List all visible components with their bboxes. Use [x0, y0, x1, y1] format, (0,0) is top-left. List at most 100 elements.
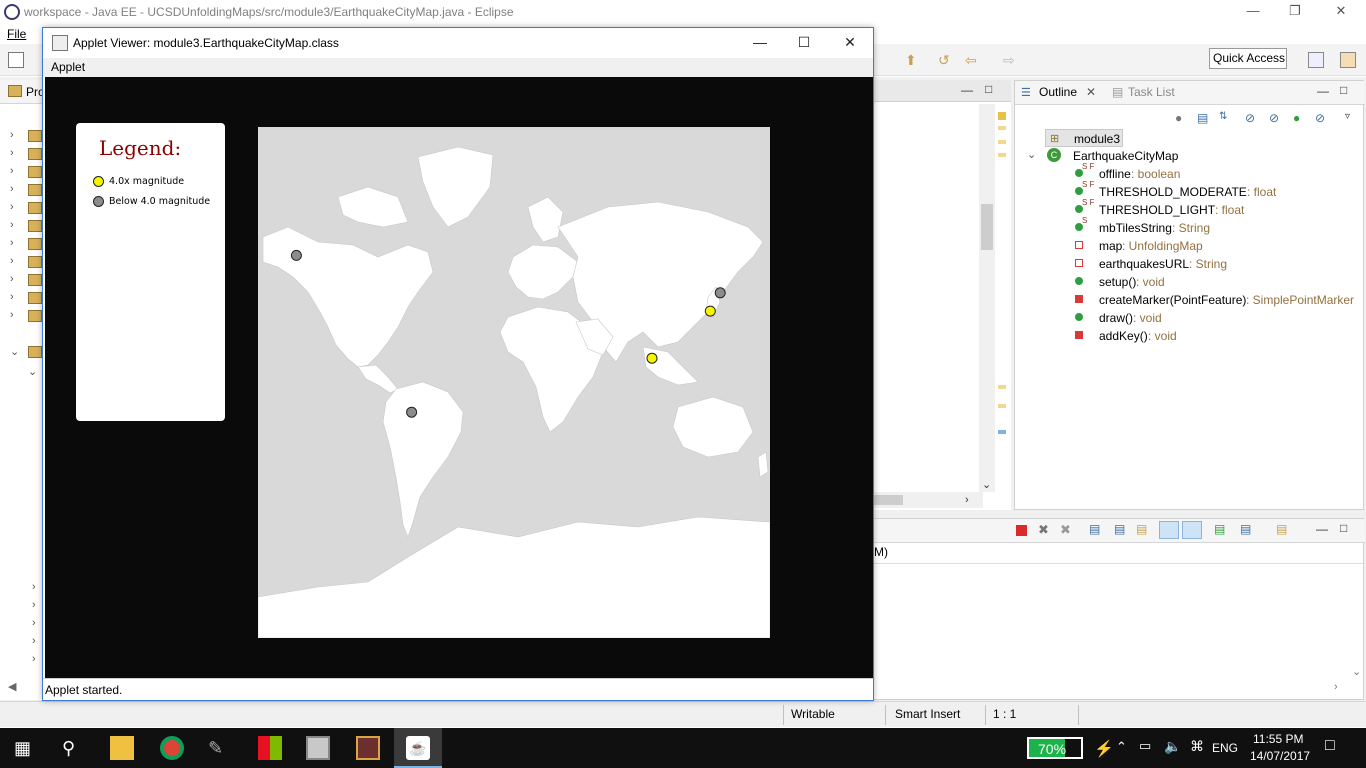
- view-minimize-icon[interactable]: —: [1317, 84, 1329, 98]
- outline-class[interactable]: ⌄ C EarthquakeCityMap: [1027, 147, 1357, 165]
- tab-outline[interactable]: Outline: [1039, 85, 1077, 99]
- remove-all-icon[interactable]: ✖: [1060, 522, 1071, 538]
- overview-marker[interactable]: [998, 385, 1006, 389]
- collapse-all-icon[interactable]: ▤: [1197, 111, 1208, 125]
- file-explorer-icon[interactable]: [110, 736, 134, 760]
- hide-local-icon[interactable]: ⊘: [1315, 111, 1325, 125]
- scroll-thumb[interactable]: [981, 204, 993, 250]
- applet-minimize-button[interactable]: —: [737, 28, 783, 58]
- tree-item[interactable]: ›: [8, 164, 44, 182]
- tree-item[interactable]: ›: [8, 254, 44, 272]
- tree-item[interactable]: ›: [8, 616, 44, 634]
- console-maximize-icon[interactable]: □: [1340, 521, 1347, 535]
- focus-icon[interactable]: ●: [1175, 111, 1182, 125]
- language-indicator[interactable]: ENG: [1212, 741, 1238, 755]
- battery-tray-icon[interactable]: ▭: [1139, 738, 1151, 754]
- tree-item[interactable]: ›: [8, 634, 44, 652]
- tree-item[interactable]: ›: [8, 236, 44, 254]
- marker-chile[interactable]: [406, 406, 418, 418]
- tree-item[interactable]: ›: [8, 128, 44, 146]
- quick-access-field[interactable]: Quick Access: [1209, 48, 1287, 69]
- applet-canvas[interactable]: Legend: 4.0x magnitude Below 4.0 magnitu…: [45, 77, 873, 678]
- menu-file[interactable]: File: [7, 27, 26, 41]
- console-scroll-right-icon[interactable]: ›: [1334, 681, 1338, 693]
- scroll-lock-icon[interactable]: ▤: [1114, 522, 1125, 536]
- marker-japan[interactable]: [704, 305, 716, 317]
- expand-icon[interactable]: ⌄: [1027, 148, 1036, 161]
- overview-marker[interactable]: [998, 112, 1006, 120]
- outline-member[interactable]: S F THRESHOLD_MODERATE : float: [1073, 180, 1363, 201]
- clock-time[interactable]: 11:55 PM: [1253, 732, 1303, 746]
- sort-icon[interactable]: ⇅: [1219, 111, 1227, 122]
- chrome-icon[interactable]: [160, 736, 184, 760]
- outline-member[interactable]: setup() : void: [1073, 273, 1363, 291]
- clock-date[interactable]: 14/07/2017: [1250, 749, 1310, 763]
- tree-item-expanded[interactable]: ⌄: [8, 364, 44, 382]
- marker-alaska[interactable]: [290, 249, 302, 261]
- pin-console-icon[interactable]: ▤: [1214, 522, 1225, 536]
- app-icon[interactable]: ✎: [208, 736, 232, 760]
- tree-item[interactable]: ›: [8, 652, 44, 670]
- last-edit-icon[interactable]: ↺: [938, 52, 954, 68]
- overview-marker[interactable]: [998, 430, 1006, 434]
- javaee-perspective-icon[interactable]: [1340, 52, 1356, 68]
- tree-item[interactable]: ›: [8, 200, 44, 218]
- outline-member[interactable]: map : UnfoldingMap: [1073, 237, 1363, 255]
- tree-item[interactable]: ›: [8, 308, 44, 326]
- console-minimize-icon[interactable]: —: [1316, 522, 1328, 536]
- outline-member[interactable]: S F offline : boolean: [1073, 162, 1363, 183]
- plug-icon[interactable]: ⚡: [1094, 739, 1114, 759]
- scroll-thumb[interactable]: [873, 495, 903, 505]
- tree-item[interactable]: ›: [8, 146, 44, 164]
- outline-member[interactable]: SmbTilesString : String: [1073, 216, 1363, 237]
- back-icon[interactable]: ⇦: [965, 52, 981, 68]
- view-maximize-icon[interactable]: □: [1340, 83, 1347, 97]
- hide-static-icon[interactable]: ⊘: [1269, 111, 1279, 125]
- clear-console-icon[interactable]: ▤: [1089, 522, 1100, 536]
- remove-launch-icon[interactable]: ✖: [1038, 522, 1049, 538]
- editor-vertical-scrollbar[interactable]: [979, 104, 995, 492]
- outline-member[interactable]: earthquakesURL : String: [1073, 255, 1363, 273]
- tree-item[interactable]: ›: [8, 580, 44, 598]
- restore-icon[interactable]: ❐: [1272, 0, 1318, 24]
- volume-icon[interactable]: 🔈: [1164, 738, 1181, 755]
- new-icon[interactable]: [8, 52, 24, 68]
- view-menu-icon[interactable]: ▿: [1345, 111, 1350, 122]
- close-tab-icon[interactable]: ✕: [1086, 85, 1096, 99]
- minimize-icon[interactable]: —: [1230, 0, 1276, 24]
- battery-indicator[interactable]: 70%: [1027, 737, 1083, 759]
- applet-close-button[interactable]: ✕: [827, 28, 873, 58]
- editor-minimize-icon[interactable]: —: [961, 83, 973, 97]
- windows-start-icon[interactable]: ▦: [14, 736, 38, 760]
- overview-marker[interactable]: [998, 404, 1006, 408]
- overview-marker[interactable]: [998, 140, 1006, 144]
- notifications-icon[interactable]: □: [1325, 737, 1335, 755]
- menu-applet[interactable]: Applet: [51, 60, 85, 74]
- hide-nonpublic-icon[interactable]: ●: [1293, 111, 1300, 125]
- open-perspective-icon[interactable]: [1308, 52, 1324, 68]
- tree-item[interactable]: ›: [8, 598, 44, 616]
- terminate-icon[interactable]: [1016, 525, 1027, 536]
- forward-icon[interactable]: ⇨: [1003, 52, 1019, 68]
- console-scroll-down-icon[interactable]: ⌄: [1352, 665, 1361, 678]
- overview-marker[interactable]: [998, 126, 1006, 130]
- scroll-down-icon[interactable]: ⌄: [982, 478, 991, 491]
- wifi-icon[interactable]: ⌘: [1190, 738, 1204, 755]
- hide-fields-icon[interactable]: ⊘: [1245, 111, 1255, 125]
- scroll-right-icon[interactable]: ›: [965, 494, 969, 506]
- scroll-left-icon[interactable]: ◀: [8, 680, 16, 693]
- world-map[interactable]: [258, 127, 770, 638]
- applet-maximize-button[interactable]: ☐: [781, 28, 827, 58]
- display-console-icon[interactable]: ▤: [1240, 522, 1251, 536]
- marker-japan-north[interactable]: [714, 287, 726, 299]
- close-icon[interactable]: ✕: [1318, 0, 1364, 24]
- taskbar-java-active[interactable]: ☕: [394, 728, 442, 768]
- marker-sumatra[interactable]: [646, 352, 658, 364]
- outline-member[interactable]: S F THRESHOLD_LIGHT : float: [1073, 198, 1363, 219]
- pin-icon[interactable]: ⬆: [905, 52, 921, 68]
- outline-member[interactable]: addKey() : void: [1073, 327, 1363, 345]
- tree-item-expanded[interactable]: ⌄: [8, 344, 44, 362]
- project-explorer-tab[interactable]: Pro: [0, 80, 45, 104]
- office-icon[interactable]: [258, 736, 282, 760]
- editor-maximize-icon[interactable]: □: [985, 82, 992, 96]
